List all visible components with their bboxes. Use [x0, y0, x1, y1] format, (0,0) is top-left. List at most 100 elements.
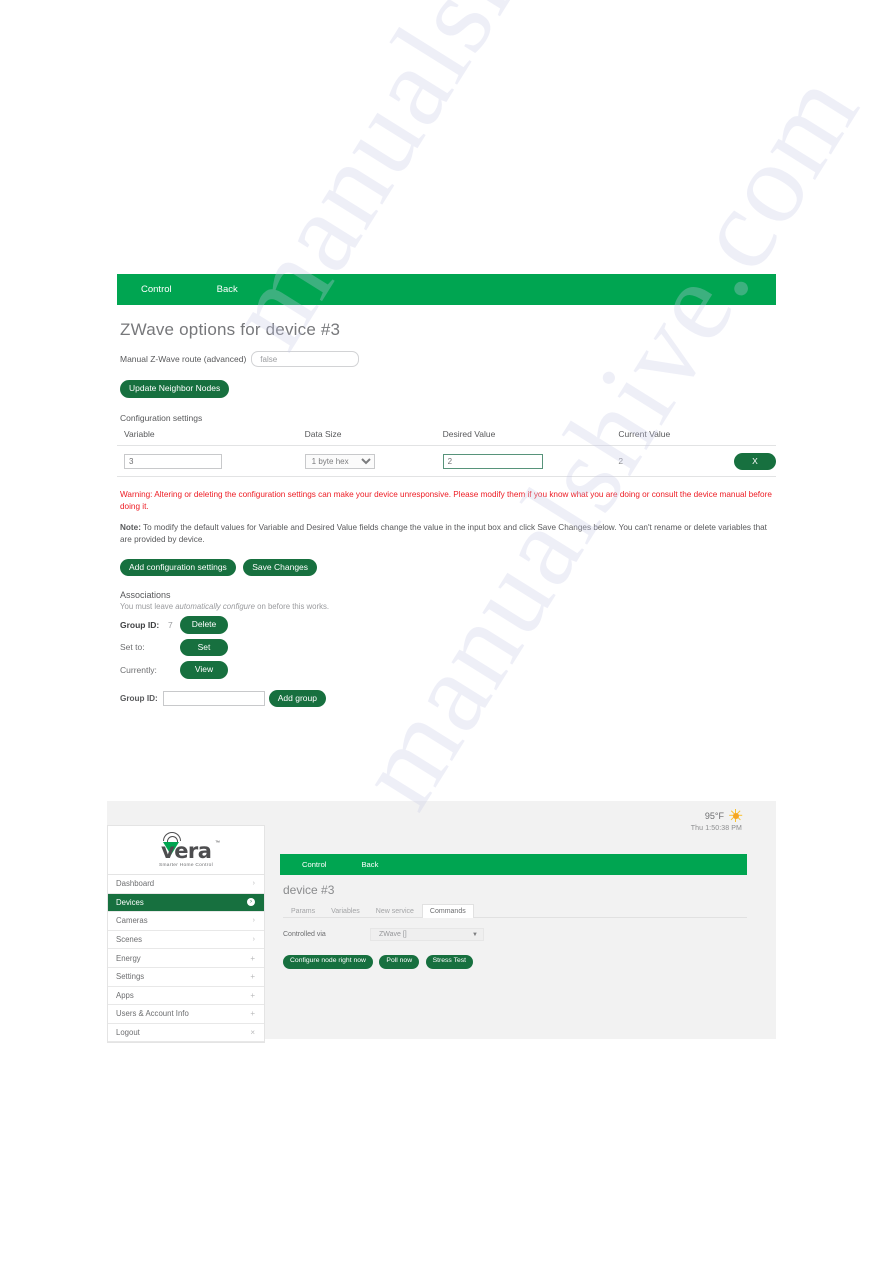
variable-input[interactable] — [124, 454, 222, 470]
sidebar-item-dashboard[interactable]: Dashboard › — [108, 875, 264, 894]
plus-icon: + — [250, 953, 255, 963]
weather-temp-line: 95°F — [691, 809, 743, 822]
controlled-via-label: Controlled via — [283, 931, 326, 938]
sidebar-item-apps[interactable]: Apps + — [108, 986, 264, 1006]
note-prefix: Note: — [120, 522, 141, 532]
poll-now-button[interactable]: Poll now — [379, 955, 420, 969]
currently-row: Currently: View — [120, 661, 776, 679]
sidebar-item-users-account-info[interactable]: Users & Account Info + — [108, 1005, 264, 1024]
column-header-variable: Variable — [117, 428, 298, 446]
weather-widget: 95°F Thu 1:50:38 PM — [690, 809, 743, 832]
sidebar-item-label: Dashboard — [116, 879, 155, 889]
device-command-buttons: Configure node right now Poll now Stress… — [283, 949, 747, 969]
sidebar-item-label: Energy — [116, 953, 141, 963]
group-id-label: Group ID: — [120, 619, 160, 630]
vera-app-shell: 95°F Thu 1:50:38 PM vera ™ Smarter Home … — [107, 801, 776, 1044]
sidebar-item-energy[interactable]: Energy + — [108, 949, 264, 968]
delete-group-button[interactable]: Delete — [180, 616, 228, 634]
set-to-row: Set to: Set — [120, 638, 776, 657]
manual-route-row: Manual Z-Wave route (advanced) — [120, 351, 776, 367]
add-group-id-label: Group ID: — [120, 693, 158, 703]
controlled-via-value: ZWave [] — [379, 931, 407, 938]
column-header-desired-value: Desired Value — [435, 428, 612, 446]
logo-mark: vera ™ — [149, 832, 223, 863]
associations-title: Associations — [120, 590, 171, 601]
clock-text: Thu 1:50:38 PM — [690, 825, 742, 832]
sidebar-item-label: Devices — [116, 897, 144, 907]
associations-subtitle-pre: You must leave — [120, 602, 176, 612]
associations-subtitle-post: on before this works. — [254, 602, 330, 612]
chevron-down-icon: ▼ — [472, 931, 478, 938]
cell-action: X — [727, 445, 776, 477]
device-tabs: Params Variables New service Commands — [283, 903, 747, 918]
weather-temperature: 95°F — [704, 810, 724, 821]
stress-test-button[interactable]: Stress Test — [425, 955, 474, 969]
cell-variable — [117, 445, 298, 477]
config-action-buttons: Add configuration settings Save Changes — [120, 557, 776, 577]
view-button[interactable]: View — [180, 661, 228, 679]
configure-node-now-button[interactable]: Configure node right now — [283, 955, 373, 969]
update-neighbor-nodes-button[interactable]: Update Neighbor Nodes — [120, 380, 230, 398]
note-message: Note: To modify the default values for V… — [120, 522, 775, 546]
top-nav-bar: Control Back — [117, 274, 776, 305]
device-nav-control-link[interactable]: Control — [302, 860, 326, 869]
controlled-via-row: Controlled via ZWave [] ▼ — [283, 928, 747, 941]
add-group-button[interactable]: Add group — [268, 689, 326, 708]
tab-variables[interactable]: Variables — [323, 904, 368, 918]
add-configuration-settings-button[interactable]: Add configuration settings — [120, 558, 236, 577]
add-group-row: Group ID: Add group — [120, 689, 776, 708]
tab-commands[interactable]: Commands — [421, 904, 474, 918]
sidebar-item-scenes[interactable]: Scenes › — [108, 930, 264, 950]
sidebar-item-settings[interactable]: Settings + — [108, 967, 264, 987]
cell-current-value: 2 — [611, 445, 727, 477]
set-button[interactable]: Set — [180, 638, 228, 657]
sidebar-item-label: Cameras — [116, 916, 148, 926]
manual-route-label: Manual Z-Wave route (advanced) — [120, 354, 247, 364]
delete-row-button[interactable]: X — [734, 452, 776, 470]
set-to-label: Set to: — [120, 642, 145, 653]
device-nav-bar: Control Back — [280, 854, 747, 875]
sun-icon — [729, 809, 743, 822]
tab-params[interactable]: Params — [283, 904, 323, 918]
column-header-current-value: Current Value — [611, 428, 727, 446]
sidebar-item-logout[interactable]: Logout × — [108, 1023, 264, 1043]
page-title: ZWave options for device #3 — [120, 320, 341, 339]
vera-logo[interactable]: vera ™ Smarter Home Control — [108, 826, 264, 875]
sidebar-item-label: Apps — [116, 990, 134, 1000]
associations-subtitle: You must leave automatically configure o… — [120, 602, 776, 611]
chevron-right-icon: › — [252, 917, 255, 925]
plus-icon: + — [250, 990, 255, 1000]
update-neighbor-row: Update Neighbor Nodes — [120, 378, 776, 398]
save-changes-button[interactable]: Save Changes — [243, 558, 318, 577]
note-body: To modify the default values for Variabl… — [120, 522, 767, 544]
tab-new-service[interactable]: New service — [368, 904, 422, 918]
manual-route-input[interactable] — [251, 351, 360, 367]
controlled-via-select[interactable]: ZWave [] ▼ — [370, 928, 484, 941]
configuration-settings-table: Variable Data Size Desired Value Current… — [117, 428, 776, 478]
data-size-select[interactable]: 1 byte hex — [304, 454, 375, 470]
logo-wordmark: vera — [161, 839, 212, 863]
sidebar-item-label: Users & Account Info — [116, 1009, 189, 1019]
zwave-options-pane: Control Back ZWave options for device #3… — [117, 274, 776, 708]
logo-tagline: Smarter Home Control — [159, 863, 213, 868]
plus-icon: + — [250, 972, 255, 982]
group-id-value: 7 — [168, 619, 173, 630]
add-group-id-input[interactable] — [162, 690, 265, 706]
logo-trademark: ™ — [215, 840, 220, 846]
associations-subtitle-emphasis: automatically configure — [175, 602, 255, 612]
cell-desired-value — [435, 445, 612, 477]
sidebar-item-cameras[interactable]: Cameras › — [108, 912, 264, 931]
sidebar-item-devices[interactable]: Devices › — [108, 893, 264, 913]
chevron-right-icon: › — [252, 880, 255, 888]
plus-icon: + — [250, 1009, 255, 1019]
cell-data-size: 1 byte hex — [297, 445, 436, 477]
device-nav-back-link[interactable]: Back — [361, 860, 378, 869]
device-title: device #3 — [283, 883, 335, 897]
desired-value-input[interactable] — [442, 454, 543, 470]
nav-control-link[interactable]: Control — [141, 284, 172, 295]
column-header-data-size: Data Size — [297, 428, 436, 446]
sidebar: vera ™ Smarter Home Control Dashboard › … — [107, 825, 265, 1044]
group-id-row: Group ID: 7 Delete — [120, 616, 776, 634]
table-row: 1 byte hex 2 X — [117, 445, 776, 477]
nav-back-link[interactable]: Back — [217, 284, 238, 295]
